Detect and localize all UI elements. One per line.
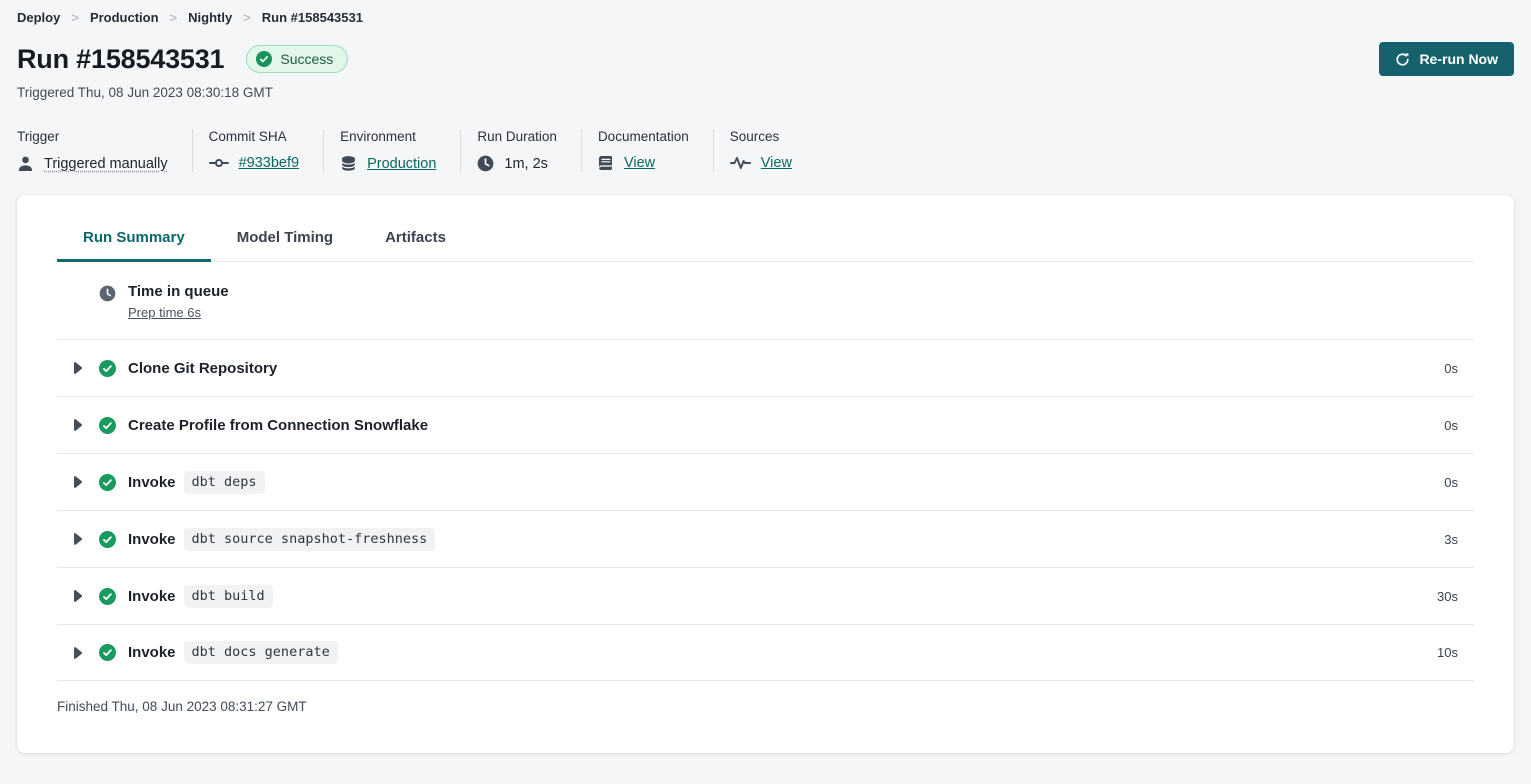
success-check-icon	[99, 360, 116, 377]
success-check-icon	[99, 474, 116, 491]
tab-model-timing[interactable]: Model Timing	[211, 220, 359, 262]
step-name: Invoke	[128, 531, 176, 548]
step-row[interactable]: Invoke dbt build 30s	[57, 567, 1474, 624]
page-title: Run #158543531	[17, 44, 224, 75]
step-command: dbt build	[184, 585, 273, 608]
expand-caret-icon[interactable]	[73, 590, 82, 602]
run-meta-strip: Trigger Triggered manually Commit SHA #9…	[17, 129, 1514, 172]
meta-trigger-label: Trigger	[17, 129, 168, 144]
triggered-timestamp: Triggered Thu, 08 Jun 2023 08:30:18 GMT	[17, 85, 1514, 100]
database-icon	[340, 155, 357, 172]
meta-documentation-label: Documentation	[598, 129, 689, 144]
breadcrumb-separator: >	[243, 10, 251, 25]
expand-caret-icon[interactable]	[73, 362, 82, 374]
prep-time-link[interactable]: Prep time 6s	[128, 305, 201, 320]
meta-documentation: Documentation View	[581, 129, 713, 172]
step-name: Clone Git Repository	[128, 360, 277, 377]
success-check-icon	[99, 531, 116, 548]
step-row[interactable]: Invoke dbt source snapshot-freshness 3s	[57, 510, 1474, 567]
step-name: Invoke	[128, 474, 176, 491]
breadcrumb: Deploy > Production > Nightly > Run #158…	[17, 10, 1514, 25]
clock-icon	[477, 155, 494, 172]
run-summary-card: Run Summary Model Timing Artifacts Time …	[17, 195, 1514, 753]
sources-view-link[interactable]: View	[761, 155, 792, 171]
meta-trigger: Trigger Triggered manually	[17, 129, 192, 172]
finished-timestamp: Finished Thu, 08 Jun 2023 08:31:27 GMT	[57, 681, 1474, 714]
meta-commit-sha: Commit SHA #933bef9	[192, 129, 323, 172]
meta-run-duration: Run Duration 1m, 2s	[460, 129, 581, 172]
trigger-value[interactable]: Triggered manually	[44, 156, 168, 172]
environment-link[interactable]: Production	[367, 156, 436, 172]
documentation-view-link[interactable]: View	[624, 155, 655, 171]
rerun-now-button[interactable]: Re-run Now	[1379, 42, 1514, 76]
breadcrumb-separator: >	[170, 10, 178, 25]
step-duration: 0s	[1444, 475, 1458, 490]
step-row[interactable]: Create Profile from Connection Snowflake…	[57, 396, 1474, 453]
step-duration: 10s	[1437, 645, 1458, 660]
meta-environment: Environment Production	[323, 129, 460, 172]
step-name: Invoke	[128, 644, 176, 661]
book-icon	[598, 155, 614, 171]
step-row[interactable]: Invoke dbt docs generate 10s	[57, 624, 1474, 681]
breadcrumb-item-deploy[interactable]: Deploy	[17, 10, 60, 25]
meta-duration-label: Run Duration	[477, 129, 557, 144]
step-name: Invoke	[128, 588, 176, 605]
breadcrumb-item-production[interactable]: Production	[90, 10, 159, 25]
expand-caret-icon[interactable]	[73, 647, 82, 659]
step-command: dbt deps	[184, 471, 265, 494]
breadcrumb-item-nightly[interactable]: Nightly	[188, 10, 232, 25]
expand-caret-icon[interactable]	[73, 533, 82, 545]
person-icon	[17, 155, 34, 172]
meta-sources-label: Sources	[730, 129, 792, 144]
step-duration: 30s	[1437, 589, 1458, 604]
header: Run #158543531 Success Re-run Now	[17, 42, 1514, 76]
meta-environment-label: Environment	[340, 129, 436, 144]
commit-icon	[209, 157, 229, 169]
success-check-icon	[99, 644, 116, 661]
tab-run-summary[interactable]: Run Summary	[57, 220, 211, 262]
step-name: Create Profile from Connection Snowflake	[128, 417, 428, 434]
success-check-icon	[99, 417, 116, 434]
step-row[interactable]: Invoke dbt deps 0s	[57, 453, 1474, 510]
success-check-icon	[99, 588, 116, 605]
rerun-now-label: Re-run Now	[1419, 51, 1498, 67]
steps-list: Clone Git Repository 0s Create Profile f…	[57, 339, 1474, 681]
expand-caret-icon[interactable]	[73, 419, 82, 431]
step-duration: 3s	[1444, 532, 1458, 547]
refresh-icon	[1395, 52, 1410, 67]
breadcrumb-separator: >	[71, 10, 79, 25]
pulse-icon	[730, 156, 751, 170]
tab-artifacts[interactable]: Artifacts	[359, 220, 472, 262]
tabs: Run Summary Model Timing Artifacts	[57, 220, 1474, 262]
status-badge-label: Success	[280, 51, 333, 67]
expand-caret-icon[interactable]	[73, 476, 82, 488]
meta-sources: Sources View	[713, 129, 816, 172]
step-command: dbt source snapshot-freshness	[184, 528, 436, 551]
step-command: dbt docs generate	[184, 641, 338, 664]
run-detail-page: Deploy > Production > Nightly > Run #158…	[0, 0, 1531, 753]
success-check-icon	[256, 51, 272, 67]
step-row[interactable]: Clone Git Repository 0s	[57, 339, 1474, 396]
queue-clock-icon	[99, 285, 116, 302]
meta-commit-label: Commit SHA	[209, 129, 299, 144]
queue-title: Time in queue	[128, 283, 229, 300]
status-badge: Success	[246, 45, 348, 73]
step-duration: 0s	[1444, 418, 1458, 433]
step-duration: 0s	[1444, 361, 1458, 376]
commit-sha-link[interactable]: #933bef9	[239, 155, 299, 171]
time-in-queue-block: Time in queue Prep time 6s	[57, 262, 1474, 339]
breadcrumb-item-current-run: Run #158543531	[262, 10, 363, 25]
run-duration-value: 1m, 2s	[504, 156, 548, 172]
